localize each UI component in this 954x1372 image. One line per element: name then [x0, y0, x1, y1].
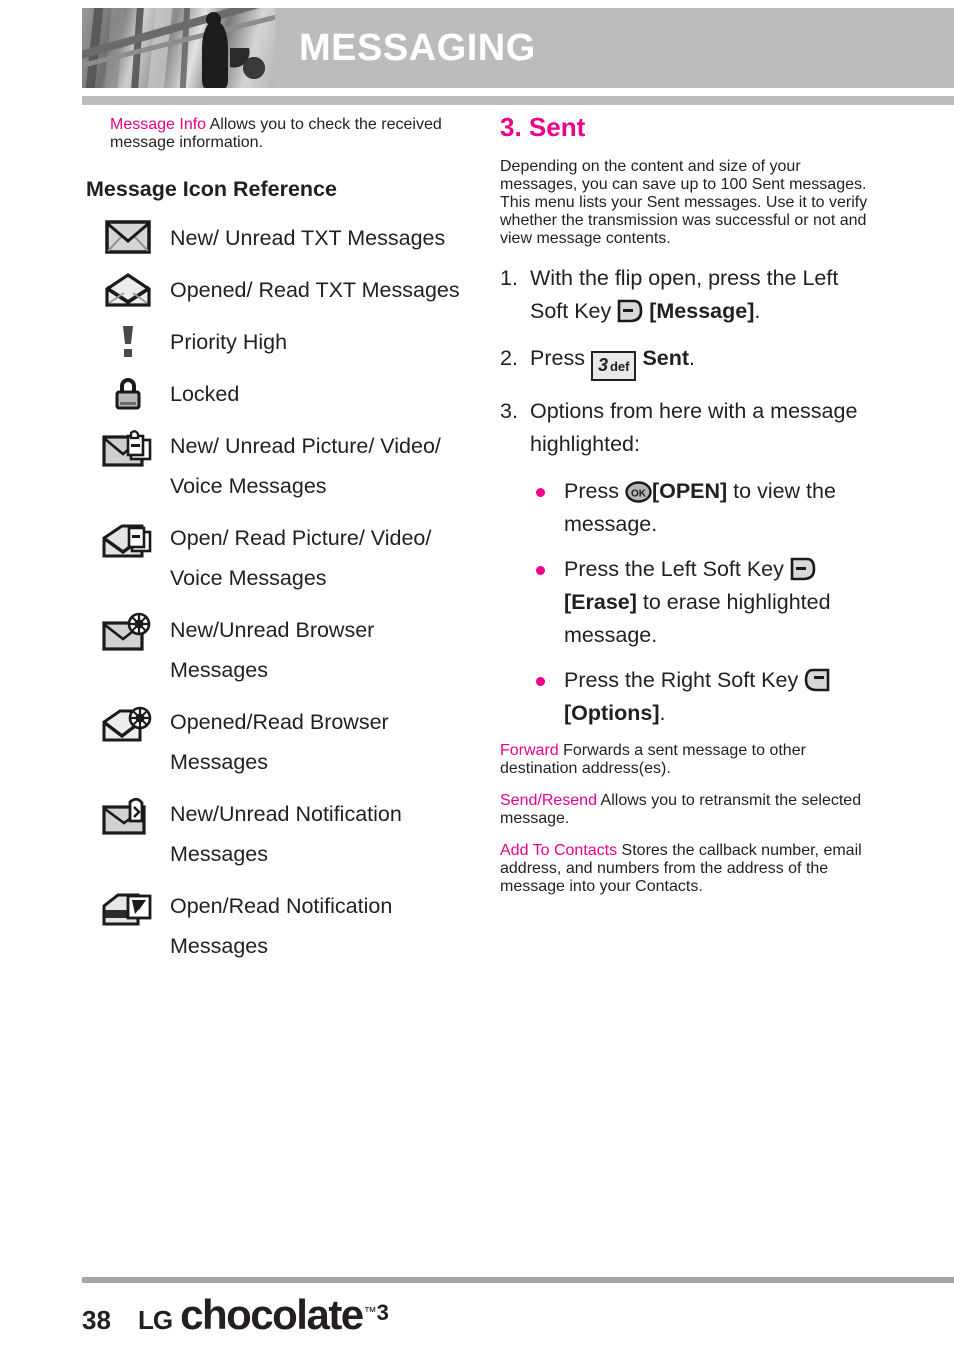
bullet-post: . [659, 701, 666, 725]
icon-label: New/ Unread Picture/ Video/ Voice Messag… [170, 434, 441, 498]
step-post: . [689, 346, 696, 370]
bullet-item: Press the Left Soft Key [Erase] to erase… [536, 553, 878, 652]
icon-row: New/ Unread TXT Messages [86, 218, 476, 258]
section-intro: Depending on the content and size of you… [500, 158, 868, 247]
envelope-open-media-icon [86, 518, 170, 560]
bullet-dot-icon [536, 475, 564, 541]
step-number: 3. [500, 399, 518, 423]
brand-name-text: chocolate [180, 1291, 364, 1338]
left-column: Message Info Allows you to check the rec… [86, 116, 476, 978]
step-bold: [Message] [649, 299, 755, 323]
bullet-text: Press the Left Soft Key [564, 557, 790, 581]
bullet-bold: [Erase] [564, 590, 637, 614]
key-digit: 3 [597, 355, 608, 375]
icon-label: New/Unread Notification Messages [170, 802, 402, 866]
step-body: Options from here with a message highlig… [530, 399, 858, 456]
icon-label: Priority High [170, 330, 288, 354]
icon-row: New/ Unread Picture/ Video/ Voice Messag… [86, 426, 476, 506]
icon-label: Opened/ Read TXT Messages [170, 278, 460, 302]
bullet-dot-icon [536, 664, 564, 730]
step-body: With the flip open, press the Left Soft … [530, 262, 878, 328]
step-text: Press [530, 346, 591, 370]
svg-text:OK: OK [631, 489, 647, 500]
term-message-info: Message Info [110, 116, 207, 133]
step-post: . [754, 299, 761, 323]
term-forward: Forward [500, 742, 559, 759]
right-column: 3. Sent Depending on the content and siz… [500, 112, 878, 910]
section-title: 3. Sent [500, 112, 586, 142]
bullet-text: Press the Right Soft Key [564, 668, 805, 692]
bullet-item: Press OK [OPEN] to view the message. [536, 475, 878, 541]
ok-key-icon: OK [625, 480, 652, 503]
key-letters: def [609, 359, 630, 374]
step-body: Press 3 def Sent. [530, 342, 878, 381]
icon-row: New/Unread Browser Messages [86, 610, 476, 690]
envelope-closed-notify-icon [86, 794, 170, 836]
icon-row: New/Unread Notification Messages [86, 794, 476, 874]
envelope-closed-browser-icon [86, 610, 170, 652]
icon-row: Opened/Read Browser Messages [86, 702, 476, 782]
icon-label: Locked [170, 382, 240, 406]
page-title: MESSAGING [299, 27, 536, 69]
message-info-paragraph: Message Info Allows you to check the rec… [86, 116, 476, 152]
envelope-closed-media-icon [86, 426, 170, 468]
bullet-text: Press [564, 479, 625, 503]
term-send-resend: Send/Resend [500, 792, 597, 809]
brand-lg-text: LG [138, 1305, 173, 1335]
step-number: 1. [500, 266, 518, 290]
padlock-icon [86, 374, 170, 412]
step-item: 1. With the flip open, press the Left So… [500, 262, 878, 328]
header-title-bar: MESSAGING [275, 8, 954, 88]
page-number: 38 [82, 1305, 111, 1335]
envelope-open-notify-icon [86, 886, 170, 928]
bullet-dot-icon [536, 553, 564, 652]
message-icon-reference-heading: Message Icon Reference [86, 177, 337, 201]
bullet-bold: [OPEN] [651, 479, 728, 503]
brand-tm-mark: ™ [363, 1304, 377, 1319]
term-paragraph-send-resend: Send/Resend Allows you to retransmit the… [500, 792, 878, 828]
bullet-bold: [Options] [564, 701, 660, 725]
envelope-open-browser-icon [86, 702, 170, 744]
icon-row: Open/Read Notification Messages [86, 886, 476, 966]
bullet-body: Press OK [OPEN] to view the message. [564, 475, 878, 541]
term-add-to-contacts: Add To Contacts [500, 842, 618, 859]
header-divider [82, 96, 954, 105]
term-paragraph-forward: Forward Forwards a sent message to other… [500, 742, 878, 778]
envelope-closed-icon [86, 218, 170, 254]
icon-row: Opened/ Read TXT Messages [86, 270, 476, 310]
page-header: MESSAGING [82, 8, 954, 88]
manual-page: MESSAGING Message Info Allows you to che… [0, 0, 954, 1372]
left-soft-key-icon [790, 557, 816, 581]
term-paragraph-add-to-contacts: Add To Contacts Stores the callback numb… [500, 842, 878, 896]
bullet-item: Press the Right Soft Key [Options]. [536, 664, 878, 730]
brand-version-text: 3 [376, 1300, 389, 1325]
step-bold: Sent [642, 346, 690, 370]
right-soft-key-icon [804, 668, 830, 692]
bullet-body: Press the Right Soft Key [Options]. [564, 664, 878, 730]
envelope-open-icon [86, 270, 170, 308]
bullet-list: Press OK [OPEN] to view the message. Pres… [500, 475, 878, 730]
footer-divider [82, 1277, 954, 1283]
step-item: 3. Options from here with a message high… [500, 395, 878, 461]
step-item: 2. Press 3 def Sent. [500, 342, 878, 381]
icon-row: Priority High [86, 322, 476, 362]
icon-label: Open/ Read Picture/ Video/ Voice Message… [170, 526, 432, 590]
key-3-def-icon: 3 def [590, 351, 637, 381]
icon-row: Open/ Read Picture/ Video/ Voice Message… [86, 518, 476, 598]
header-photo [82, 8, 275, 88]
page-footer: 38 LG chocolate ™ 3 [82, 1294, 954, 1336]
icon-label: Open/Read Notification Messages [170, 894, 393, 958]
exclamation-priority-icon [86, 322, 170, 360]
brand-logo: LG chocolate ™ 3 [138, 1294, 389, 1336]
icon-row: Locked [86, 374, 476, 414]
icon-label: Opened/Read Browser Messages [170, 710, 389, 774]
icon-label: New/ Unread TXT Messages [170, 226, 446, 250]
bullet-body: Press the Left Soft Key [Erase] to erase… [564, 553, 878, 652]
icon-label: New/Unread Browser Messages [170, 618, 375, 682]
step-number: 2. [500, 346, 518, 370]
left-soft-key-icon [617, 299, 643, 323]
